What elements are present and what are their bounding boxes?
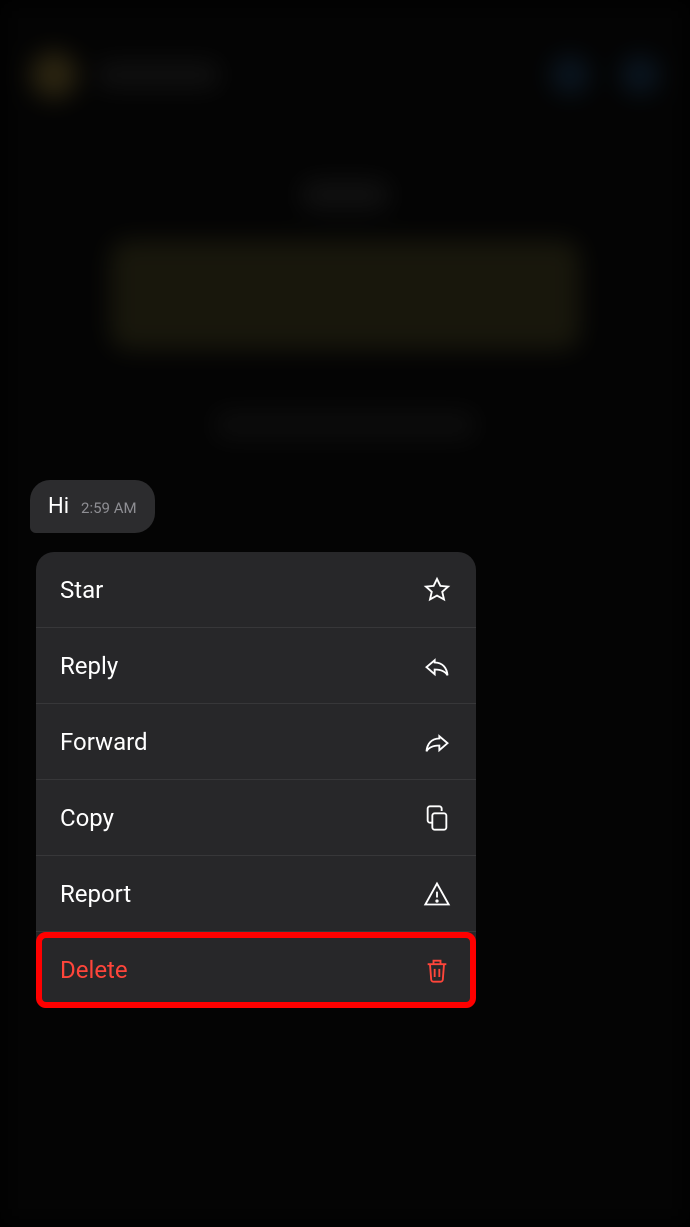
menu-item-label: Copy xyxy=(60,804,114,832)
message-context-menu: Star Reply Forward Copy Report Delete xyxy=(36,552,476,1008)
menu-item-copy[interactable]: Copy xyxy=(36,780,476,856)
menu-item-forward[interactable]: Forward xyxy=(36,704,476,780)
message-time: 2:59 AM xyxy=(81,499,137,517)
menu-item-label: Forward xyxy=(60,728,148,756)
menu-item-label: Report xyxy=(60,880,131,908)
menu-item-reply[interactable]: Reply xyxy=(36,628,476,704)
selected-message-bubble[interactable]: Hi 2:59 AM xyxy=(30,480,155,533)
menu-item-star[interactable]: Star xyxy=(36,552,476,628)
menu-item-label: Star xyxy=(60,576,103,604)
menu-item-report[interactable]: Report xyxy=(36,856,476,932)
menu-item-label: Delete xyxy=(60,956,128,984)
forward-icon xyxy=(422,727,452,757)
menu-item-label: Reply xyxy=(60,652,118,680)
reply-icon xyxy=(422,651,452,681)
trash-icon xyxy=(422,955,452,985)
star-icon xyxy=(422,575,452,605)
warning-icon xyxy=(422,879,452,909)
message-text: Hi xyxy=(48,494,69,519)
copy-icon xyxy=(422,803,452,833)
menu-item-delete[interactable]: Delete xyxy=(36,932,476,1008)
